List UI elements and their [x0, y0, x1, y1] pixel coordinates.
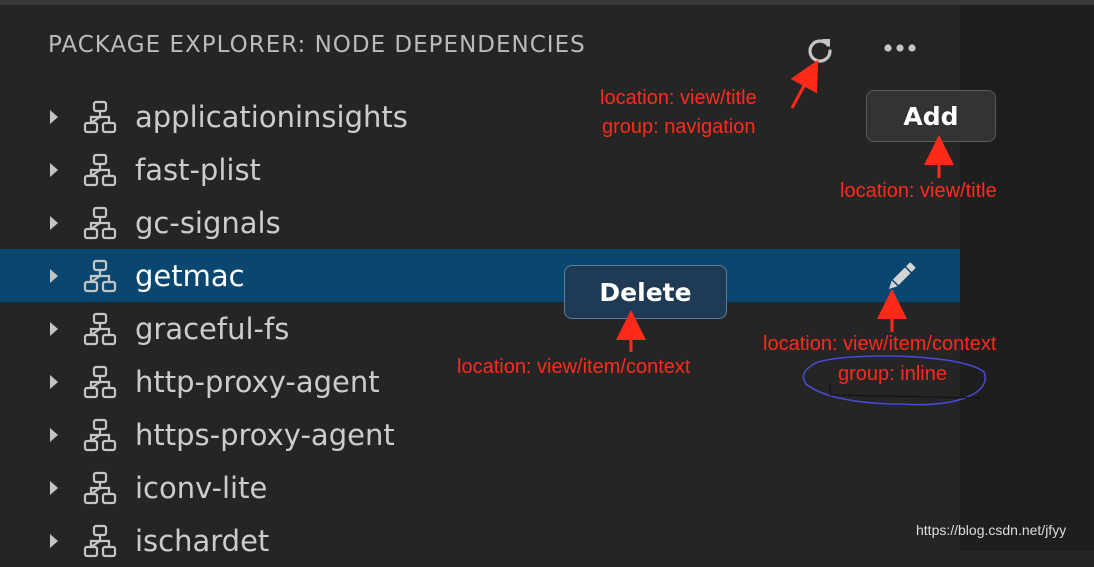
refresh-group-note: group: navigation: [602, 116, 756, 138]
refresh-button[interactable]: [802, 32, 838, 68]
chevron-right-icon[interactable]: [44, 107, 64, 127]
tree-item-label: ischardet: [135, 523, 270, 558]
chevron-right-icon[interactable]: [44, 213, 64, 233]
tree-item-label: gc-signals: [135, 205, 281, 240]
panel-title: PACKAGE EXPLORER: NODE DEPENDENCIES: [48, 32, 586, 58]
tree-item-label: applicationinsights: [135, 99, 408, 134]
watermark: https://blog.csdn.net/jfyy: [916, 522, 1067, 538]
tree-item-label: getmac: [135, 258, 245, 293]
dependency-icon: [83, 312, 117, 345]
tree-item[interactable]: applicationinsights: [0, 90, 960, 143]
delete-location-note: location: view/item/context: [457, 356, 691, 378]
tree-item[interactable]: gc-signals: [0, 196, 960, 249]
tree-item-label: http-proxy-agent: [135, 364, 380, 399]
tree-item-label: fast-plist: [135, 152, 261, 187]
chevron-right-icon[interactable]: [44, 478, 64, 498]
dependency-icon: [83, 471, 117, 504]
dependency-tree: applicationinsights fast-plist gc-signals g…: [0, 90, 960, 567]
chevron-right-icon[interactable]: [44, 266, 64, 286]
chevron-right-icon[interactable]: [44, 319, 64, 339]
tree-item[interactable]: iconv-lite: [0, 461, 960, 514]
edit-icon[interactable]: [882, 258, 920, 296]
tree-item[interactable]: fast-plist: [0, 143, 960, 196]
chevron-right-icon[interactable]: [44, 372, 64, 392]
refresh-location-note: location: view/title: [600, 87, 757, 109]
delete-button[interactable]: Delete: [564, 265, 727, 319]
tree-item[interactable]: ischardet: [0, 514, 960, 567]
tree-item-label: iconv-lite: [135, 470, 268, 505]
tree-item[interactable]: https-proxy-agent: [0, 408, 960, 461]
dependency-icon: [83, 259, 117, 292]
add-location-note: location: view/title: [840, 180, 997, 202]
tree-item-label: https-proxy-agent: [135, 417, 395, 452]
chevron-right-icon[interactable]: [44, 531, 64, 551]
dependency-icon: [83, 418, 117, 451]
editor-area: [960, 5, 1094, 551]
dependency-icon: [83, 524, 117, 557]
tree-item-label: graceful-fs: [135, 311, 290, 346]
chevron-right-icon[interactable]: [44, 160, 64, 180]
edit-location-note: location: view/item/context: [763, 333, 997, 355]
chevron-right-icon[interactable]: [44, 425, 64, 445]
dependency-icon: [83, 206, 117, 239]
tree-item[interactable]: getmac: [0, 249, 960, 302]
dependency-icon: [83, 153, 117, 186]
more-icon: [884, 44, 916, 52]
edit-group-note: group: inline: [838, 363, 947, 385]
add-button[interactable]: Add: [866, 90, 996, 142]
dependency-icon: [83, 365, 117, 398]
refresh-icon: [808, 39, 832, 63]
more-actions-button[interactable]: [880, 32, 920, 64]
dependency-icon: [83, 100, 117, 133]
